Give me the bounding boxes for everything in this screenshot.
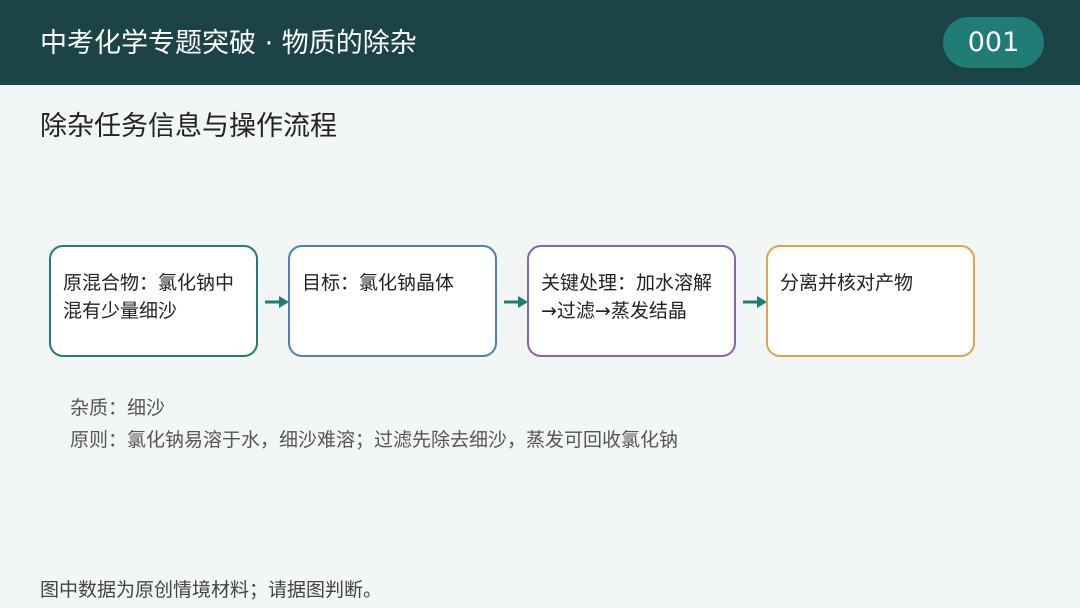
flow-step-mixture: 原混合物：氯化钠中混有少量细沙 (49, 245, 258, 357)
slide: 中考化学专题突破 · 物质的除杂 001 除杂任务信息与操作流程 原混合物：氯化… (0, 0, 1080, 608)
flow-step-text: 原混合物：氯化钠中混有少量细沙 (63, 272, 235, 322)
page-title: 中考化学专题突破 · 物质的除杂 (40, 28, 417, 59)
flow-step-text: 目标：氯化钠晶体 (302, 272, 455, 294)
flow-arrow-icon (265, 296, 289, 308)
principle-note: 原则：氯化钠易溶于水，细沙难溶；过滤先除去细沙，蒸发可回收氯化钠 (70, 429, 679, 451)
footer-note: 图中数据为原创情境材料；请据图判断。 (40, 579, 383, 601)
flow-step-process: 关键处理：加水溶解→过滤→蒸发结晶 (527, 245, 736, 357)
section-title: 除杂任务信息与操作流程 (40, 111, 337, 142)
flow-arrow-icon (504, 296, 528, 308)
flow-step-text: 分离并核对产物 (780, 272, 914, 294)
flow-step-verify: 分离并核对产物 (766, 245, 975, 357)
page-number-badge: 001 (943, 17, 1044, 68)
flow-arrow-icon (743, 296, 767, 308)
flow-step-text: 关键处理：加水溶解→过滤→蒸发结晶 (541, 272, 713, 322)
flow-step-target: 目标：氯化钠晶体 (288, 245, 497, 357)
impurity-note: 杂质：细沙 (70, 397, 166, 419)
header-bar: 中考化学专题突破 · 物质的除杂 001 (0, 0, 1080, 85)
